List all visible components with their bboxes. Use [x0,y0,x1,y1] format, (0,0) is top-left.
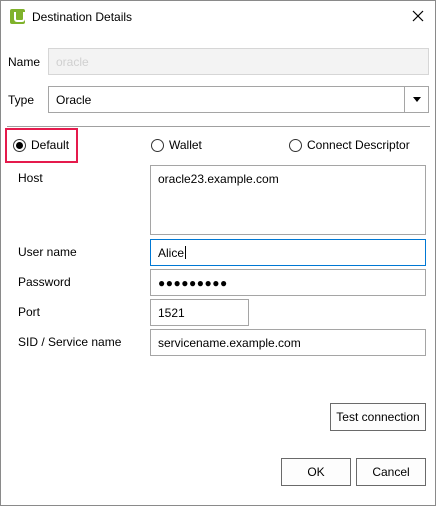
radio-default-label[interactable]: Default [31,138,69,152]
password-label: Password [18,275,71,289]
name-label: Name [8,55,41,69]
sid-label: SID / Service name [18,335,122,349]
cancel-button[interactable]: Cancel [356,458,426,486]
type-dropdown-value: Oracle [56,93,92,107]
port-input[interactable]: 1521 [150,299,249,326]
host-label: Host [18,171,43,185]
user-name-label: User name [18,245,77,259]
radio-wallet[interactable] [151,139,164,152]
type-dropdown[interactable]: Oracle [48,86,429,113]
radio-default[interactable] [13,139,26,152]
radio-connect-descriptor[interactable] [289,139,302,152]
close-icon-glyph [412,10,424,22]
sid-input[interactable]: servicename.example.com [150,329,426,356]
user-name-input[interactable]: Alice [150,239,426,266]
password-input[interactable]: ●●●●●●●●● [150,269,426,296]
window-title: Destination Details [32,10,133,24]
app-logo-icon [10,9,25,24]
name-input[interactable]: oracle [48,48,429,75]
ok-button[interactable]: OK [281,458,351,486]
host-input[interactable]: oracle23.example.com [150,165,426,235]
title-bar: Destination Details [1,1,435,32]
test-connection-button[interactable]: Test connection [330,403,426,431]
chevron-down-icon[interactable] [404,87,428,112]
section-divider [7,126,430,127]
radio-connect-descriptor-label[interactable]: Connect Descriptor [307,138,410,152]
destination-details-dialog: Destination Details Name oracle Type Ora… [0,0,436,506]
radio-wallet-label[interactable]: Wallet [169,138,202,152]
port-label: Port [18,305,41,319]
type-label: Type [8,93,35,107]
user-name-value: Alice [158,246,185,260]
text-caret [185,246,187,259]
close-icon[interactable] [409,7,427,25]
